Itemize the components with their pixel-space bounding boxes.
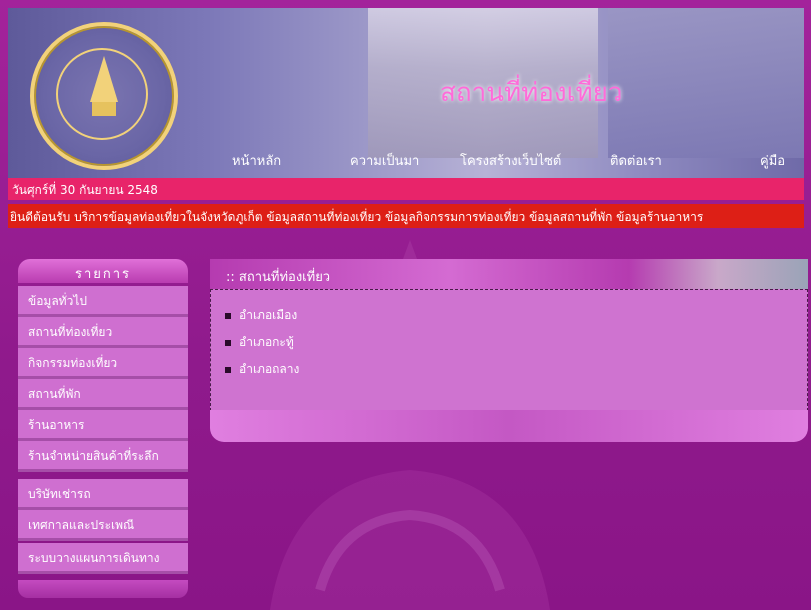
sidebar-item-car-rental[interactable]: บริษัทเช่ารถ [18, 479, 188, 510]
nav-manual[interactable]: คู่มือ [760, 150, 785, 171]
list-item-label: อำเภอถลาง [239, 362, 300, 376]
list-item-kathu[interactable]: อำเภอกะทู้ [225, 333, 294, 352]
sidebar-header: รายการ [18, 259, 188, 283]
bullet-square-icon [225, 339, 231, 346]
sidebar-item-label: บริษัทเช่ารถ [28, 487, 91, 501]
seal-crown-icon [90, 56, 118, 116]
sidebar-item-trip-planner[interactable]: ระบบวางแผนการเดินทาง [18, 543, 188, 574]
content-panel: อำเภอเมือง อำเภอกะทู้ อำเภอถลาง [210, 289, 808, 411]
list-item-label: อำเภอกะทู้ [239, 335, 294, 349]
sidebar-item-label: สถานที่ท่องเที่ยว [28, 325, 113, 339]
banner-scenery-image [608, 8, 804, 158]
page: สถานที่ท่องเที่ยว หน้าหลัก ความเป็นมา โค… [0, 0, 811, 610]
welcome-marquee: ยินดีต้อนรับ บริการข้อมูลท่องเที่ยวในจัง… [8, 204, 804, 228]
list-item-thalang[interactable]: อำเภอถลาง [225, 360, 299, 379]
sidebar-footer [18, 580, 188, 598]
sidebar-item-accommodation[interactable]: สถานที่พัก [18, 379, 188, 410]
sidebar-item-general-info[interactable]: ข้อมูลทั่วไป [18, 286, 188, 317]
sidebar-item-label: กิจกรรมท่องเที่ยว [28, 356, 118, 370]
university-seal-logo [30, 22, 178, 170]
sidebar-item-label: ระบบวางแผนการเดินทาง [28, 551, 160, 565]
nav-home[interactable]: หน้าหลัก [232, 150, 281, 171]
sidebar-item-festivals[interactable]: เทศกาลและประเพณี [18, 510, 188, 541]
sidebar-item-activities[interactable]: กิจกรรมท่องเที่ยว [18, 348, 188, 379]
sidebar-title: รายการ [74, 267, 132, 282]
sidebar-item-label: เทศกาลและประเพณี [28, 518, 135, 532]
list-item-label: อำเภอเมือง [239, 308, 298, 322]
sidebar-item-label: ร้านอาหาร [28, 418, 85, 432]
sidebar-item-label: ร้านจำหน่ายสินค้าที่ระลึก [28, 449, 159, 463]
date-bar: วันศุกร์ที่ 30 กันยายน 2548 [8, 178, 804, 200]
sidebar-item-label: สถานที่พัก [28, 387, 81, 401]
nav-history[interactable]: ความเป็นมา [350, 150, 419, 171]
nav-contact[interactable]: ติดต่อเรา [610, 150, 662, 171]
content-footer [210, 410, 808, 442]
bullet-square-icon [225, 312, 231, 319]
content-title: :: สถานที่ท่องเที่ยว [226, 270, 331, 285]
nav-sitemap[interactable]: โครงสร้างเว็บไซต์ [460, 150, 561, 171]
sidebar-item-souvenir-shops[interactable]: ร้านจำหน่ายสินค้าที่ระลึก [18, 441, 188, 472]
bullet-square-icon [225, 366, 231, 373]
current-date: วันศุกร์ที่ 30 กันยายน 2548 [12, 183, 158, 197]
site-title: สถานที่ท่องเที่ยว [440, 78, 623, 108]
sidebar-item-attractions[interactable]: สถานที่ท่องเที่ยว [18, 317, 188, 348]
sidebar-item-label: ข้อมูลทั่วไป [28, 294, 87, 308]
list-item-mueang[interactable]: อำเภอเมือง [225, 306, 297, 325]
sidebar-item-restaurants[interactable]: ร้านอาหาร [18, 410, 188, 441]
content-header: :: สถานที่ท่องเที่ยว [210, 259, 808, 289]
marquee-text: ยินดีต้อนรับ บริการข้อมูลท่องเที่ยวในจัง… [10, 210, 704, 224]
